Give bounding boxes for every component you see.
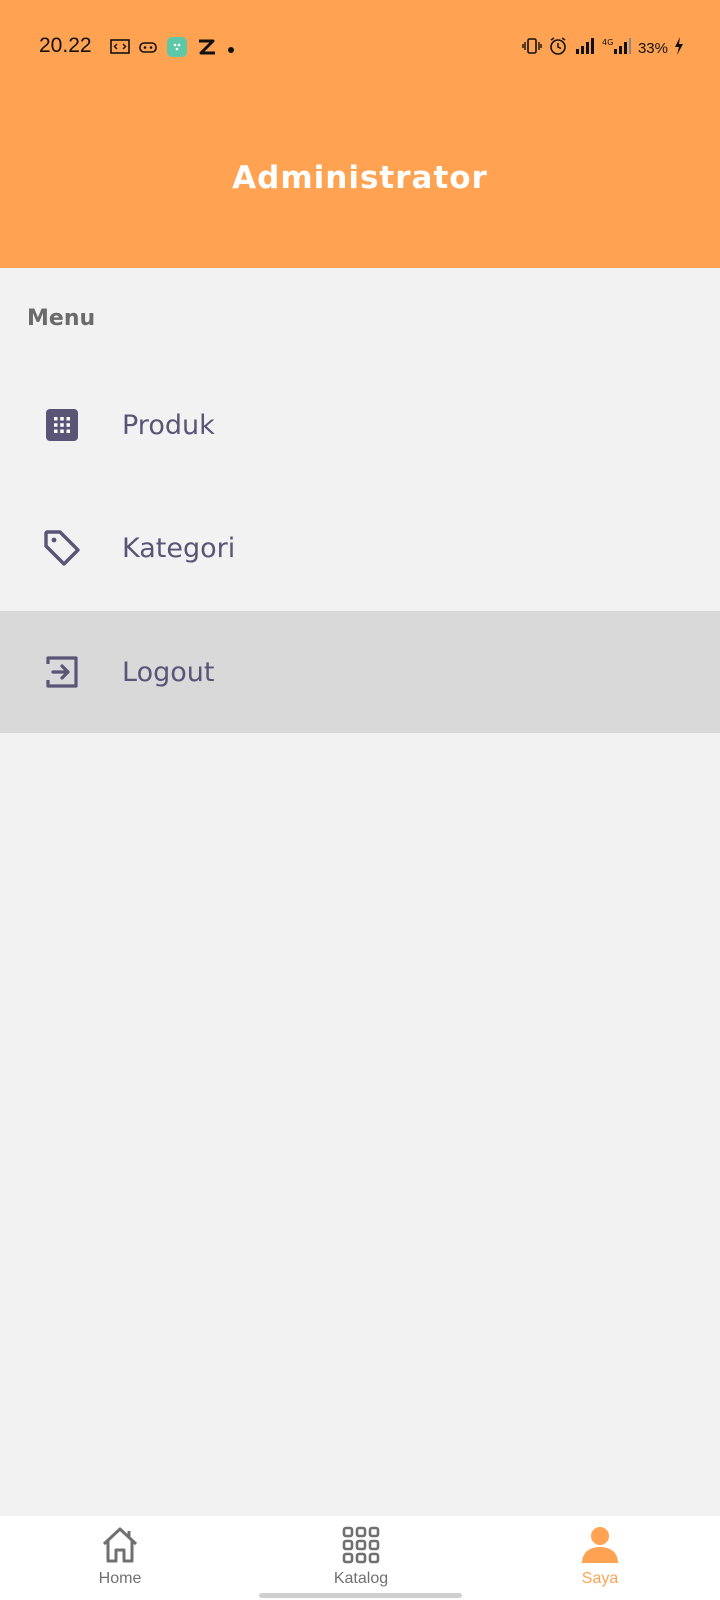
- charging-icon: [674, 37, 684, 59]
- signal-4g-icon: 4G: [602, 37, 632, 59]
- menu-section-label: Menu: [27, 306, 96, 331]
- vibrate-icon: [522, 37, 542, 59]
- nav-item-katalog[interactable]: Katalog: [281, 1516, 441, 1600]
- alarm-icon: [548, 36, 568, 60]
- menu-item-label: Produk: [122, 409, 215, 441]
- nav-label-home: Home: [98, 1570, 142, 1587]
- app-header: 20.22 4G 33% Administrator: [0, 0, 720, 268]
- signal-icon: [574, 37, 596, 59]
- notification-icons: [110, 36, 236, 62]
- grid-icon: [42, 405, 82, 445]
- tag-icon: [42, 528, 82, 568]
- svg-text:4G: 4G: [602, 38, 613, 47]
- battery-percentage: 33%: [637, 39, 668, 57]
- code-notification-icon: [110, 38, 130, 60]
- user-icon: [578, 1524, 622, 1566]
- status-time: 20.22: [39, 34, 92, 57]
- menu-item-label: Kategori: [122, 532, 236, 564]
- capcut-notification-icon: [196, 37, 218, 61]
- nav-item-home[interactable]: Home: [40, 1516, 200, 1600]
- status-bar: 20.22 4G 33%: [0, 28, 720, 68]
- bottom-navigation: Home Katalog Saya: [0, 1516, 720, 1600]
- menu-item-logout[interactable]: Logout: [0, 611, 720, 733]
- nav-label-katalog: Katalog: [333, 1570, 389, 1587]
- system-icons: 4G 33%: [522, 36, 684, 60]
- menu-item-produk[interactable]: Produk: [0, 364, 720, 486]
- app-notification-icon: [166, 36, 188, 62]
- gamepad-notification-icon: [138, 38, 158, 60]
- menu-item-label: Logout: [122, 656, 215, 688]
- nav-label-saya: Saya: [581, 1570, 619, 1587]
- logout-icon: [42, 652, 82, 692]
- menu-item-kategori[interactable]: Kategori: [0, 487, 720, 609]
- page-title: Administrator: [232, 160, 488, 196]
- more-notifications-dot-icon: [226, 40, 236, 59]
- catalog-grid-icon: [339, 1524, 383, 1566]
- home-icon: [98, 1524, 142, 1566]
- home-indicator-bar[interactable]: [259, 1593, 462, 1598]
- nav-item-saya[interactable]: Saya: [520, 1516, 680, 1600]
